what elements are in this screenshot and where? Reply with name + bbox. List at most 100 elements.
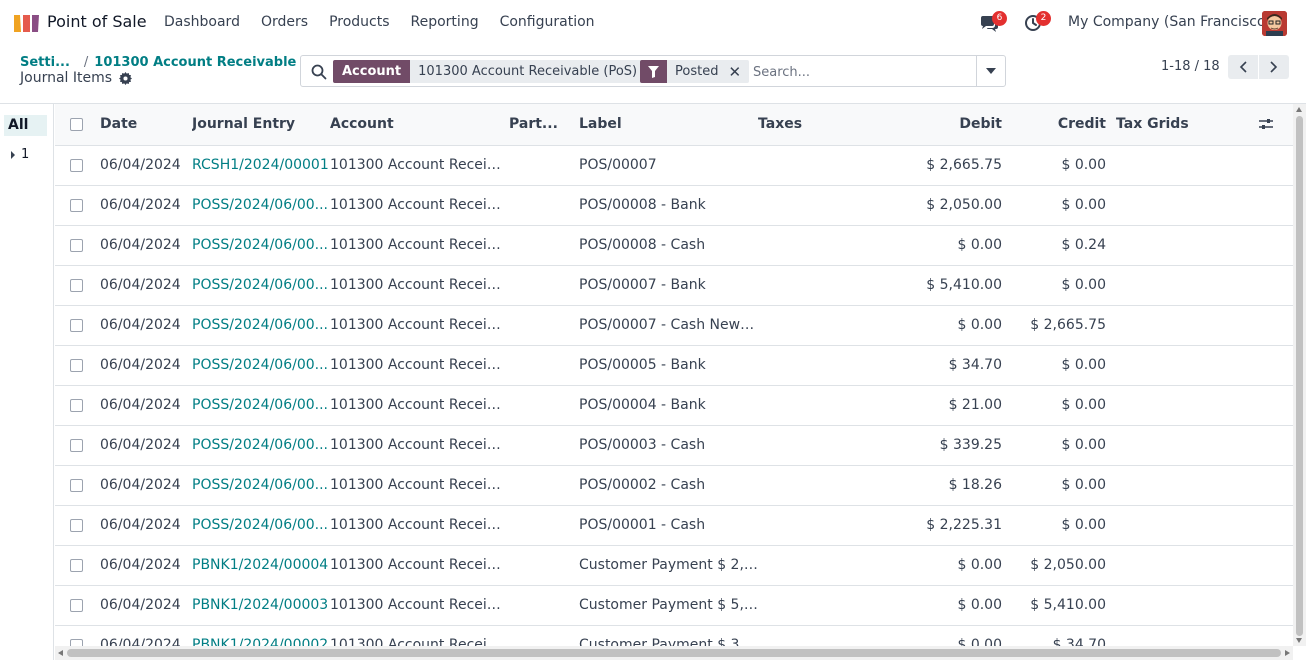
- cell-journal-entry[interactable]: POSS/2024/06/00...: [192, 465, 330, 506]
- col-label[interactable]: Label: [579, 104, 758, 146]
- cell-tax-grids: [1106, 465, 1236, 506]
- cell-journal-entry[interactable]: POSS/2024/06/00...: [192, 185, 330, 226]
- pager-value[interactable]: 1-18 / 18: [1161, 59, 1220, 74]
- row-select-cell: [55, 265, 100, 306]
- breadcrumb-settings[interactable]: Setti...: [20, 55, 70, 70]
- row-checkbox[interactable]: [70, 158, 83, 172]
- table-row[interactable]: 06/04/2024 PBNK1/2024/00004 101300 Account…: [55, 545, 1293, 586]
- cell-taxes: [758, 305, 878, 346]
- row-select-cell: [55, 505, 100, 546]
- row-spacer: [1236, 505, 1293, 546]
- search-options-toggle[interactable]: [976, 56, 1005, 86]
- facet-posted-remove-icon[interactable]: ✕: [726, 60, 750, 83]
- cell-debit: $ 0.00: [878, 585, 1002, 626]
- optional-columns-icon[interactable]: [1259, 118, 1273, 130]
- cell-tax-grids: [1106, 505, 1236, 546]
- pos-app-icon[interactable]: [13, 13, 40, 33]
- cell-account: 101300 Account Receiva...: [330, 505, 509, 546]
- select-all-checkbox[interactable]: [70, 117, 83, 131]
- row-checkbox[interactable]: [70, 318, 83, 332]
- scroll-right-icon[interactable]: [1285, 650, 1290, 656]
- cell-journal-entry[interactable]: POSS/2024/06/00...: [192, 345, 330, 386]
- col-credit[interactable]: Credit: [1002, 104, 1106, 146]
- row-checkbox[interactable]: [70, 518, 83, 532]
- cell-journal-entry[interactable]: POSS/2024/06/00...: [192, 425, 330, 466]
- row-checkbox[interactable]: [70, 558, 83, 572]
- gear-icon[interactable]: [119, 71, 133, 85]
- row-checkbox[interactable]: [70, 278, 83, 292]
- company-switcher[interactable]: My Company (San Francisco): [1068, 14, 1271, 30]
- cell-journal-entry[interactable]: POSS/2024/06/00...: [192, 225, 330, 266]
- group-item-label: 1: [21, 147, 30, 162]
- cell-label: POS/00004 - Bank: [579, 385, 758, 426]
- table-row[interactable]: 06/04/2024 POSS/2024/06/00... 101300 Accou…: [55, 305, 1293, 346]
- group-all[interactable]: All: [4, 115, 47, 136]
- table-row[interactable]: 06/04/2024 POSS/2024/06/00... 101300 Accou…: [55, 505, 1293, 546]
- row-select-cell: [55, 145, 100, 186]
- menu-configuration[interactable]: Configuration: [500, 14, 595, 30]
- group-item-1[interactable]: 1: [11, 147, 29, 162]
- table-row[interactable]: 06/04/2024 RCSH1/2024/00001 101300 Account…: [55, 145, 1293, 186]
- row-checkbox[interactable]: [70, 438, 83, 452]
- scroll-up-icon[interactable]: [1296, 107, 1302, 112]
- search-input[interactable]: [753, 61, 973, 83]
- table-row[interactable]: 06/04/2024 POSS/2024/06/00... 101300 Accou…: [55, 425, 1293, 466]
- row-checkbox[interactable]: [70, 198, 83, 212]
- horizontal-scroll-thumb[interactable]: [67, 649, 1281, 657]
- table-row[interactable]: 06/04/2024 POSS/2024/06/00... 101300 Accou…: [55, 465, 1293, 506]
- cell-journal-entry[interactable]: POSS/2024/06/00...: [192, 265, 330, 306]
- table-row[interactable]: 06/04/2024 POSS/2024/06/00... 101300 Accou…: [55, 385, 1293, 426]
- table-row[interactable]: 06/04/2024 POSS/2024/06/00... 101300 Accou…: [55, 185, 1293, 226]
- row-checkbox[interactable]: [70, 478, 83, 492]
- menu-products[interactable]: Products: [329, 14, 389, 30]
- cell-journal-entry[interactable]: RCSH1/2024/00001: [192, 145, 330, 186]
- cell-debit: $ 34.70: [878, 345, 1002, 386]
- main-menu: Dashboard Orders Products Reporting Conf…: [164, 14, 616, 30]
- row-spacer: [1236, 545, 1293, 586]
- col-tax-grids[interactable]: Tax Grids: [1106, 104, 1236, 146]
- cell-journal-entry[interactable]: POSS/2024/06/00...: [192, 505, 330, 546]
- table-row[interactable]: 06/04/2024 PBNK1/2024/00003 101300 Account…: [55, 585, 1293, 626]
- col-debit[interactable]: Debit: [878, 104, 1002, 146]
- cell-journal-entry[interactable]: PBNK1/2024/00002: [192, 625, 330, 646]
- vertical-scrollbar[interactable]: [1293, 104, 1306, 646]
- cell-journal-entry[interactable]: POSS/2024/06/00...: [192, 305, 330, 346]
- cell-journal-entry[interactable]: PBNK1/2024/00003: [192, 585, 330, 626]
- horizontal-scrollbar[interactable]: [55, 646, 1293, 660]
- menu-orders[interactable]: Orders: [261, 14, 308, 30]
- row-spacer: [1236, 185, 1293, 226]
- row-checkbox[interactable]: [70, 398, 83, 412]
- cell-tax-grids: [1106, 305, 1236, 346]
- col-account[interactable]: Account: [330, 104, 509, 146]
- vertical-scroll-thumb[interactable]: [1296, 116, 1303, 636]
- menu-dashboard[interactable]: Dashboard: [164, 14, 240, 30]
- scroll-down-icon[interactable]: [1296, 638, 1302, 643]
- row-spacer: [1236, 425, 1293, 466]
- breadcrumb-account[interactable]: 101300 Account Receivable (...: [94, 55, 321, 70]
- table-row[interactable]: 06/04/2024 POSS/2024/06/00... 101300 Accou…: [55, 225, 1293, 266]
- cell-journal-entry[interactable]: POSS/2024/06/00...: [192, 385, 330, 426]
- cell-date: 06/04/2024: [100, 585, 192, 626]
- cell-journal-entry[interactable]: PBNK1/2024/00004: [192, 545, 330, 586]
- cell-credit: $ 0.00: [1002, 505, 1106, 546]
- row-checkbox[interactable]: [70, 238, 83, 252]
- table-row[interactable]: 06/04/2024 POSS/2024/06/00... 101300 Accou…: [55, 265, 1293, 306]
- app-name[interactable]: Point of Sale: [47, 12, 147, 31]
- scroll-left-icon[interactable]: [58, 650, 63, 656]
- row-select-cell: [55, 545, 100, 586]
- user-avatar[interactable]: [1262, 11, 1287, 36]
- col-taxes[interactable]: Taxes: [758, 104, 878, 146]
- col-partner[interactable]: Part...: [509, 104, 579, 146]
- table-row[interactable]: 06/04/2024 PBNK1/2024/00002 101300 Account…: [55, 625, 1293, 646]
- pager-next-button[interactable]: [1259, 55, 1289, 79]
- row-checkbox[interactable]: [70, 638, 83, 646]
- table-row[interactable]: 06/04/2024 POSS/2024/06/00... 101300 Accou…: [55, 345, 1293, 386]
- menu-reporting[interactable]: Reporting: [411, 14, 479, 30]
- row-checkbox[interactable]: [70, 598, 83, 612]
- search-icon[interactable]: [311, 64, 327, 80]
- col-journal-entry[interactable]: Journal Entry: [192, 104, 330, 146]
- pager-previous-button[interactable]: [1228, 55, 1258, 79]
- col-date[interactable]: Date: [100, 104, 192, 146]
- row-checkbox[interactable]: [70, 358, 83, 372]
- cell-taxes: [758, 585, 878, 626]
